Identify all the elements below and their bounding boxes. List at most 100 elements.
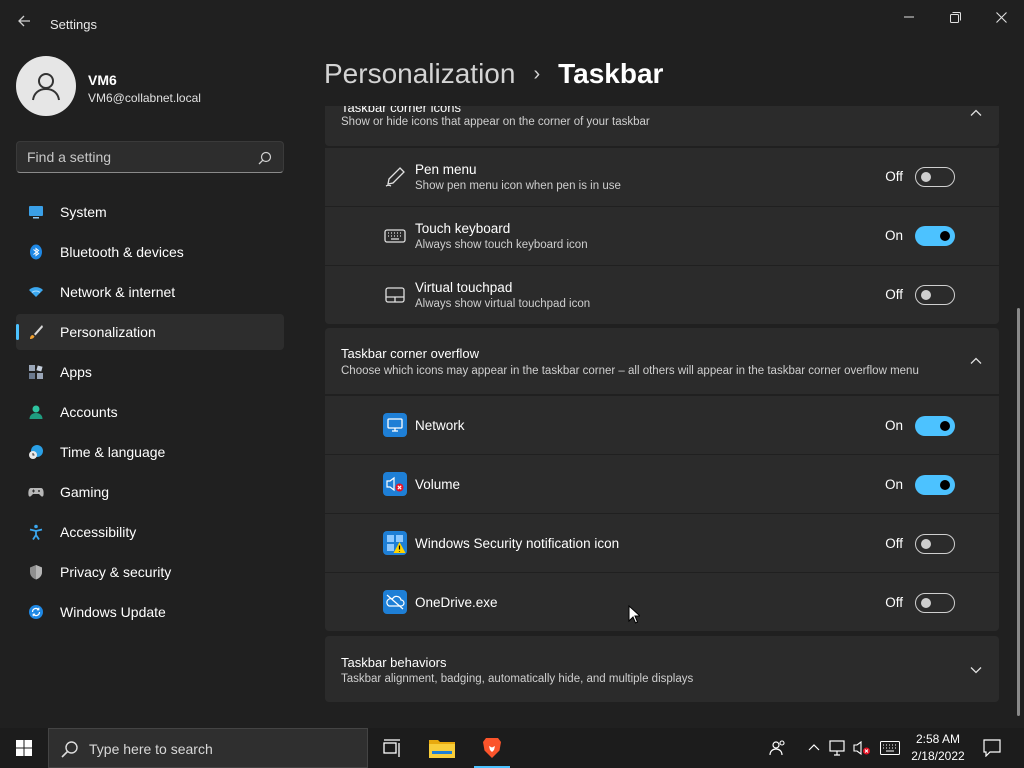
onedrive-icon [383,590,407,614]
toggle-state-label: On [884,228,903,243]
maximize-button[interactable] [932,4,978,30]
sidebar-item-accounts[interactable]: Accounts [16,394,284,430]
row-subtitle: Always show virtual touchpad icon [415,298,591,310]
apps-icon [29,365,43,379]
pen-icon [385,167,405,187]
sidebar-item-personalization[interactable]: Personalization [16,314,284,350]
toggle-state-label: On [884,477,903,492]
taskbar-behaviors-header[interactable]: Taskbar behaviors Taskbar alignment, bad… [325,636,999,702]
volume-toggle[interactable] [915,475,955,495]
breadcrumb: Personalization › Taskbar [324,58,663,90]
toggle-knob [921,290,931,300]
search-input[interactable] [27,149,247,165]
row-title: Network [415,418,465,433]
toggle-knob [940,231,950,241]
sidebar-item-label: Bluetooth & devices [60,244,184,260]
section-title: Taskbar corner overflow [341,346,479,361]
section-title: Taskbar corner icons [341,106,461,115]
sidebar-item-label: Gaming [60,484,110,500]
clock-date[interactable]: 2/18/2022 [902,749,974,763]
sidebar-item-label: Time & language [60,444,166,460]
taskbar-search[interactable]: Type here to search [48,728,368,768]
minimize-icon [904,16,914,18]
notification-center-button[interactable] [982,738,1002,758]
windows-logo-icon [16,740,32,756]
brave-browser-button[interactable] [470,728,514,768]
sidebar-item-time-language[interactable]: Time & language [16,434,284,470]
sidebar-item-label: Windows Update [60,604,166,620]
setting-row-windows-security: Windows Security notification icon Off [325,514,999,572]
task-view-button[interactable] [370,728,414,768]
row-title: Volume [415,477,461,492]
back-button[interactable] [12,12,36,36]
sidebar-item-label: Accessibility [60,524,137,540]
row-title: OneDrive.exe [415,595,498,610]
network-monitor-icon [383,413,407,437]
tray-keyboard-button[interactable] [880,738,900,758]
show-hidden-icons-button[interactable] [804,738,824,758]
back-arrow-icon [18,15,30,27]
sidebar-item-bluetooth[interactable]: Bluetooth & devices [16,234,284,270]
search-box[interactable] [16,141,284,173]
settings-content[interactable]: Taskbar corner icons Show or hide icons … [324,106,1000,712]
mouse-cursor-icon [628,605,640,624]
row-subtitle: Show pen menu icon when pen is in use [415,180,621,192]
chevron-up-icon[interactable] [969,106,983,120]
file-explorer-button[interactable] [420,728,464,768]
virtual-touchpad-toggle[interactable] [915,285,955,305]
windows-security-toggle[interactable] [915,534,955,554]
accounts-icon [29,405,43,419]
chevron-down-icon[interactable] [969,663,983,677]
onedrive-toggle[interactable] [915,593,955,613]
sidebar-item-label: Privacy & security [60,564,172,580]
title-bar: Settings [0,0,1024,48]
network-toggle[interactable] [915,416,955,436]
taskbar: Type here to search 2:58 AM 2/18/2022 [0,728,1024,768]
sidebar-item-accessibility[interactable]: Accessibility [16,514,284,550]
sidebar-item-apps[interactable]: Apps [16,354,284,390]
breadcrumb-parent[interactable]: Personalization [324,58,515,90]
chevron-up-icon[interactable] [969,354,983,368]
volume-muted-icon [853,740,870,756]
security-warning-icon [383,531,407,555]
search-icon[interactable] [257,150,273,166]
avatar [16,56,76,116]
minimize-button[interactable] [886,4,932,30]
brave-browser-icon [483,738,501,758]
sidebar-nav: System Bluetooth & devices Network & int… [16,194,284,634]
setting-row-virtual-touchpad: Virtual touchpad Always show virtual tou… [325,266,999,324]
tray-network-button[interactable] [828,738,848,758]
section-subtitle: Taskbar alignment, badging, automaticall… [341,673,694,685]
user-profile[interactable]: VM6 VM6@collabnet.local [16,56,286,118]
wifi-icon [29,287,43,297]
gamepad-icon [28,488,44,497]
system-icon [29,206,43,219]
sidebar-item-network[interactable]: Network & internet [16,274,284,310]
accessibility-icon [29,524,43,540]
sidebar-item-label: Network & internet [60,284,176,300]
start-button[interactable] [0,728,48,768]
brush-icon [30,325,43,339]
corner-overflow-header[interactable]: Taskbar corner overflow Choose which ico… [325,328,999,394]
sidebar-item-system[interactable]: System [16,194,284,230]
people-button[interactable] [768,738,788,758]
pen-menu-toggle[interactable] [915,167,955,187]
corner-icons-header[interactable]: Taskbar corner icons Show or hide icons … [325,106,999,146]
breadcrumb-separator: › [533,62,541,85]
sidebar-item-windows-update[interactable]: Windows Update [16,594,284,630]
network-icon [829,740,845,756]
close-button[interactable] [978,4,1024,30]
sidebar-item-gaming[interactable]: Gaming [16,474,284,510]
scrollbar[interactable] [1017,308,1020,716]
sidebar-item-privacy-security[interactable]: Privacy & security [16,554,284,590]
bluetooth-icon [30,244,42,260]
touch-keyboard-toggle[interactable] [915,226,955,246]
clock-time[interactable]: 2:58 AM [902,732,974,746]
task-view-icon [383,739,400,757]
update-icon [29,605,43,619]
toggle-state-label: Off [885,595,903,610]
tray-volume-button[interactable] [852,738,872,758]
file-explorer-icon [429,740,455,758]
toggle-state-label: Off [885,287,903,302]
setting-row-pen-menu: Pen menu Show pen menu icon when pen is … [325,148,999,206]
